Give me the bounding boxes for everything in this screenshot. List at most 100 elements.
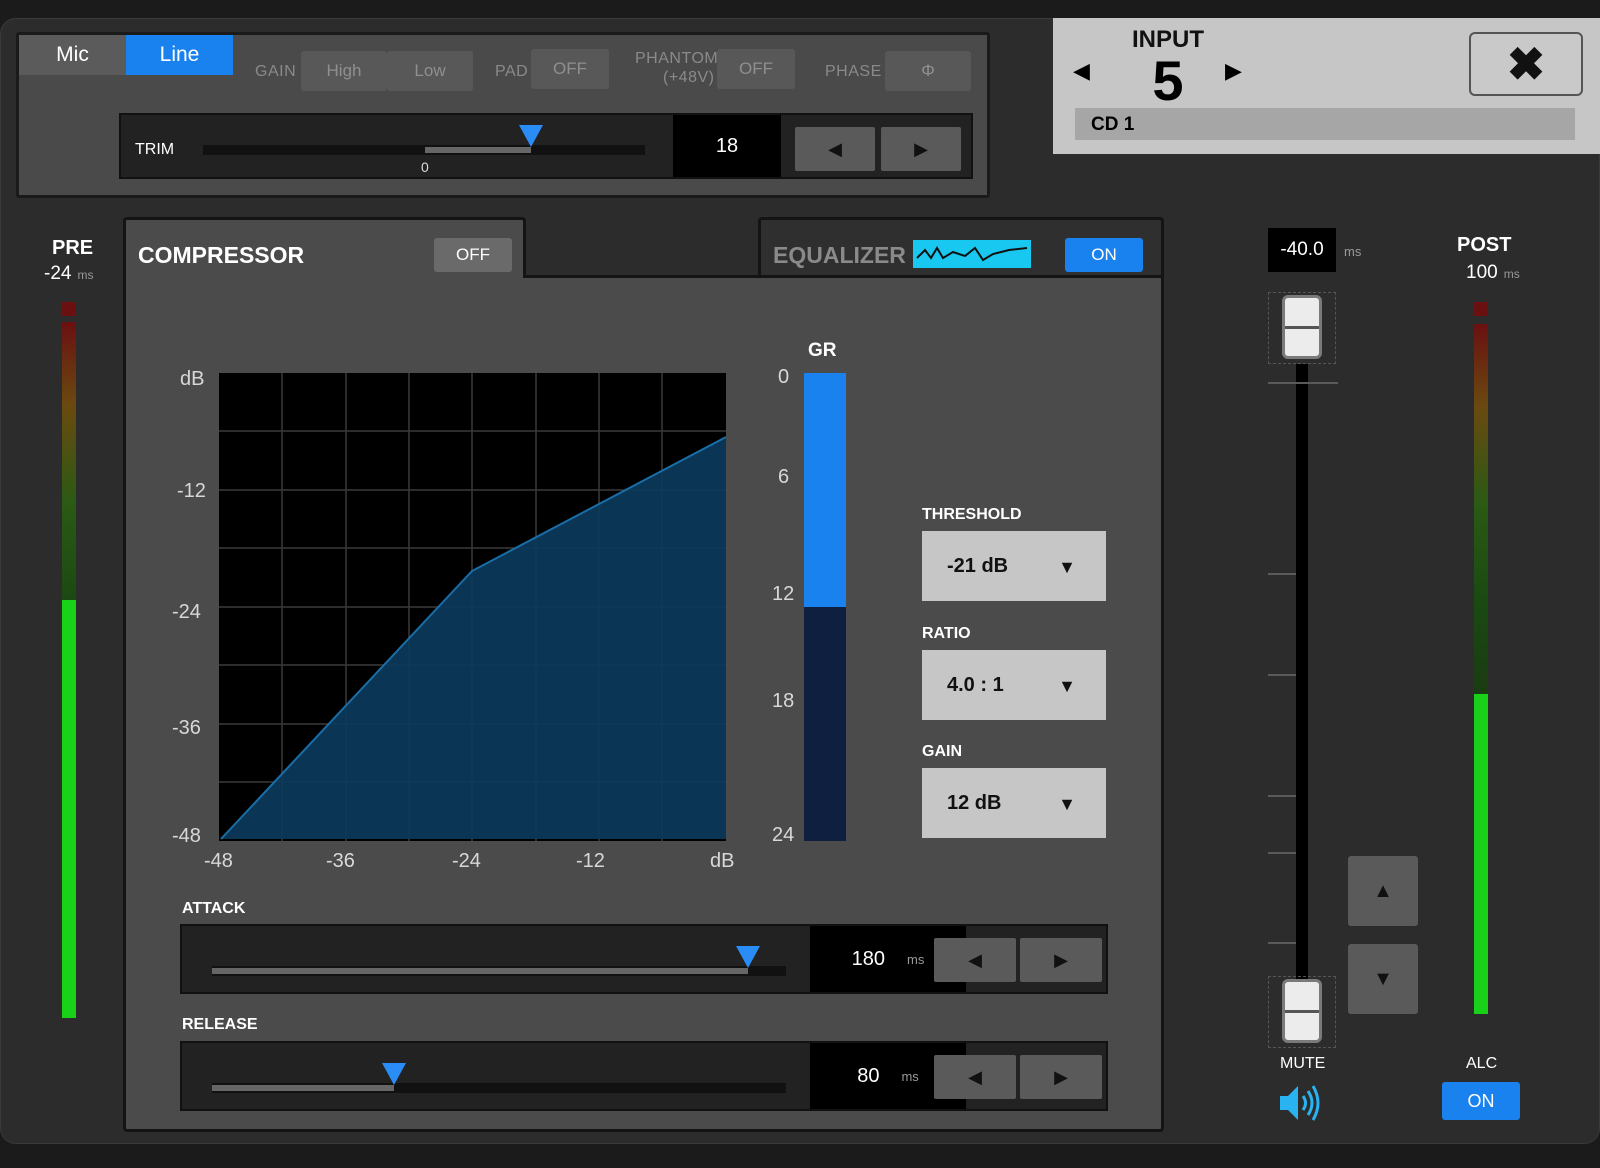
gr-label: GR	[808, 340, 837, 361]
input-settings-panel: Mic Line GAIN High Low PAD OFF PHANTOM (…	[16, 32, 990, 198]
close-button[interactable]: ✖	[1469, 32, 1583, 96]
graph-x-tick: -48	[204, 850, 233, 872]
gain-high-button[interactable]: High	[301, 51, 387, 91]
fader-value: -40.0	[1268, 228, 1336, 272]
graph-x-tick: -24	[452, 850, 481, 872]
trim-value: 18	[673, 115, 781, 177]
trim-slider-fill	[425, 147, 531, 153]
pre-level-fill	[62, 600, 76, 1018]
gr-tick: 12	[772, 583, 795, 605]
chevron-down-icon: ▼	[1058, 557, 1076, 577]
release-control: 80 ms ◀ ▶	[180, 1041, 1108, 1111]
channel-number: 5	[1152, 49, 1184, 112]
alc-toggle[interactable]: ON	[1442, 1082, 1520, 1120]
eq-curve-icon	[916, 246, 1028, 262]
trim-increase-button[interactable]: ▶	[881, 127, 961, 171]
trim-label: TRIM	[135, 141, 175, 158]
ratio-dropdown[interactable]: 4.0 : 1 ▼	[922, 650, 1106, 720]
trim-control: TRIM 0 18 ◀ ▶	[119, 113, 973, 179]
phantom-toggle[interactable]: OFF	[717, 49, 795, 89]
speaker-icon	[1280, 1085, 1320, 1121]
attack-slider-thumb[interactable]	[736, 946, 760, 968]
compressor-toggle[interactable]: OFF	[434, 238, 512, 272]
fader-tick	[1268, 573, 1296, 575]
gain-low-button[interactable]: Low	[387, 51, 473, 91]
alc-label: ALC	[1466, 1055, 1498, 1072]
threshold-value: -21 dB	[947, 555, 1009, 577]
pad-toggle[interactable]: OFF	[531, 49, 609, 89]
channel-header: ◀ INPUT 5 ▶ CD 1 ✖	[1053, 18, 1600, 154]
equalizer-toggle[interactable]: ON	[1065, 238, 1143, 272]
close-icon: ✖	[1506, 38, 1546, 90]
post-meter-value: 100 ms	[1466, 262, 1520, 283]
phase-toggle[interactable]: Φ	[885, 51, 971, 91]
fader-tick	[1268, 382, 1338, 384]
comp-gain-dropdown[interactable]: 12 dB ▼	[922, 768, 1106, 838]
mute-button[interactable]	[1278, 1082, 1322, 1124]
next-channel-button[interactable]: ▶	[1225, 58, 1242, 84]
trim-decrease-button[interactable]: ◀	[795, 127, 875, 171]
eq-curve-thumbnail	[913, 240, 1031, 268]
pad-label: PAD	[495, 63, 529, 80]
compressor-tab[interactable]: COMPRESSOR OFF	[123, 217, 526, 287]
graph-y-tick: -24	[172, 601, 201, 623]
post-level-fill	[1474, 694, 1488, 1014]
gr-tick: 24	[772, 824, 795, 846]
mic-button[interactable]: Mic	[19, 35, 126, 75]
trim-zero-mark: 0	[421, 159, 429, 175]
graph-x-tick: -12	[576, 850, 605, 872]
graph-y-tick: -48	[172, 825, 201, 847]
fader-track[interactable]	[1296, 364, 1308, 1002]
release-slider-thumb[interactable]	[382, 1063, 406, 1085]
mute-label: MUTE	[1280, 1055, 1326, 1072]
fader-tick	[1268, 795, 1296, 797]
gain-reduction-meter	[804, 373, 846, 841]
comp-gain-value: 12 dB	[947, 792, 1002, 814]
equalizer-tab[interactable]: EQUALIZER ON	[758, 217, 1164, 277]
threshold-dropdown[interactable]: -21 dB ▼	[922, 531, 1106, 601]
compressor-transfer-graph	[219, 373, 727, 841]
fader-up-button[interactable]: ▲	[1348, 856, 1418, 926]
attack-increase-button[interactable]: ▶	[1020, 938, 1102, 982]
equalizer-title: EQUALIZER	[773, 242, 906, 268]
gr-tick: 6	[778, 466, 790, 488]
fader-handle[interactable]	[1282, 979, 1322, 1043]
phantom-sublabel: (+48V)	[663, 69, 715, 86]
comp-gain-label: GAIN	[922, 743, 962, 760]
pre-meter-title: PRE	[52, 237, 94, 259]
release-increase-button[interactable]: ▶	[1020, 1055, 1102, 1099]
pre-clip-indicator	[62, 302, 76, 316]
ratio-label: RATIO	[922, 625, 971, 642]
post-meter-title: POST	[1457, 234, 1512, 256]
graph-y-tick: -36	[172, 717, 201, 739]
attack-slider-fill	[212, 968, 748, 974]
post-clip-indicator	[1474, 302, 1488, 316]
gain-label: GAIN	[255, 63, 297, 80]
release-decrease-button[interactable]: ◀	[934, 1055, 1016, 1099]
attack-control: 180 ms ◀ ▶	[180, 924, 1108, 994]
ratio-value: 4.0 : 1	[947, 674, 1004, 696]
gr-tick: 0	[778, 366, 790, 388]
graph-y-unit: dB	[180, 368, 205, 390]
chevron-down-icon: ▼	[1058, 794, 1076, 814]
line-button[interactable]: Line	[126, 35, 233, 75]
prev-channel-button[interactable]: ◀	[1073, 58, 1090, 84]
gr-tick: 18	[772, 690, 795, 712]
attack-label: ATTACK	[182, 900, 246, 917]
channel-name-field[interactable]: CD 1	[1075, 108, 1575, 140]
graph-x-unit: dB	[710, 850, 735, 872]
graph-x-tick: -36	[326, 850, 355, 872]
threshold-label: THRESHOLD	[922, 506, 1022, 523]
trim-slider-thumb[interactable]	[519, 125, 543, 147]
attack-decrease-button[interactable]: ◀	[934, 938, 1016, 982]
release-label: RELEASE	[182, 1016, 258, 1033]
fader-down-button[interactable]: ▼	[1348, 944, 1418, 1014]
fader-handle-top[interactable]	[1282, 295, 1322, 359]
fader-tick	[1268, 852, 1296, 854]
fader-unit: ms	[1344, 244, 1362, 259]
trim-slider-track[interactable]	[203, 145, 645, 155]
release-slider-fill	[212, 1085, 394, 1091]
gain-reduction-fill	[804, 373, 846, 607]
phantom-label: PHANTOM	[635, 50, 719, 67]
compressor-title: COMPRESSOR	[138, 242, 305, 268]
